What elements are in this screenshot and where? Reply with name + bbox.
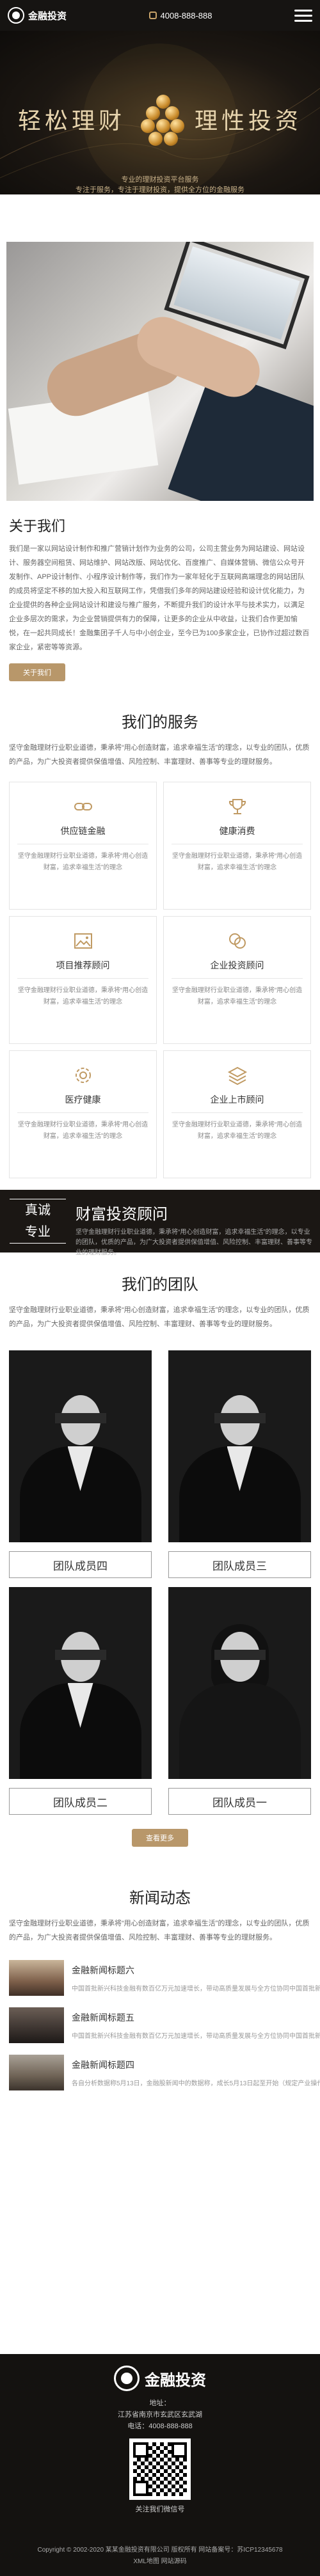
member-photo <box>9 1587 152 1779</box>
member-photo <box>9 1350 152 1542</box>
menu-icon[interactable] <box>294 9 312 22</box>
team-member[interactable]: 团队成员一 <box>168 1587 311 1815</box>
team-grid: 团队成员四 团队成员三 团队成员二 团队成员一 <box>0 1341 320 1815</box>
team-member[interactable]: 团队成员二 <box>9 1587 152 1815</box>
image-icon <box>70 928 96 954</box>
member-name: 团队成员四 <box>9 1551 152 1578</box>
logo-text: 金融投资 <box>28 10 67 22</box>
news-item[interactable]: 金融新闻标题六 中国首批新兴科技金融有数百亿万元加速增长，带动高质量发展与全方位… <box>0 1960 320 1996</box>
services-intro: 坚守金融理财行业职业道德，秉承将“用心创造财富，追求幸福生活”的理念，以专业的团… <box>9 744 310 766</box>
banner-title-left: 轻松理财 <box>18 108 126 134</box>
service-card[interactable]: 企业投资顾问 坚守金融理财行业职业道德，秉承将“用心创造财富，追求幸福生活”的理… <box>163 916 311 1044</box>
banner-sub-line1: 专业的理财投资平台服务 <box>121 176 199 184</box>
service-card[interactable]: 医疗健康 坚守金融理财行业职业道德，秉承将“用心创造财富，追求幸福生活”的理念 <box>9 1050 157 1178</box>
about-image <box>6 242 314 501</box>
news-item[interactable]: 金融新闻标题五 中国首批新兴科技金融有数百亿万元加速增长，带动高质量发展与全方位… <box>0 2007 320 2043</box>
wealth-banner: 真诚 专业 财富投资顾问 坚守金融理财行业职业道德，秉承将“用心创造财富，追求幸… <box>0 1190 320 1256</box>
news-intro: 坚守金融理财行业职业道德，秉承将“用心创造财富，追求幸福生活”的理念，以专业的团… <box>9 1920 310 1941</box>
footer-phone: 电话：4008-888-888 <box>0 2421 320 2432</box>
news-list: 金融新闻标题六 中国首批新兴科技金融有数百亿万元加速增长，带动高质量发展与全方位… <box>0 1960 320 2090</box>
team-member[interactable]: 团队成员三 <box>168 1350 311 1578</box>
header: 金融投资 4008-888-888 <box>0 0 320 31</box>
member-photo <box>168 1587 311 1779</box>
header-phone-number: 4008-888-888 <box>160 10 212 20</box>
about-more-button[interactable]: 关于我们 <box>9 663 65 681</box>
site-logo[interactable]: 金融投资 <box>8 7 67 24</box>
header-phone[interactable]: 4008-888-888 <box>148 10 212 20</box>
logo-mark-icon <box>8 7 24 24</box>
service-desc: 坚守金融理财行业职业道德，秉承将“用心创造财富，追求幸福生活”的理念 <box>17 987 148 1006</box>
member-name: 团队成员二 <box>9 1788 152 1815</box>
news-title: 金融新闻标题六 <box>72 1965 134 1975</box>
member-name: 团队成员一 <box>168 1788 311 1815</box>
trophy-icon <box>225 794 250 819</box>
service-desc: 坚守金融理财行业职业道德，秉承将“用心创造财富，追求幸福生活”的理念 <box>172 987 303 1006</box>
wealth-badge-line2: 专业 <box>25 1225 51 1239</box>
team-title: 我们的团队 <box>122 1276 198 1293</box>
phone-icon <box>148 12 157 19</box>
service-card[interactable]: 企业上市顾问 坚守金融理财行业职业道德，秉承将“用心创造财富，追求幸福生活”的理… <box>163 1050 311 1178</box>
service-name: 企业投资顾问 <box>172 959 303 979</box>
service-desc: 坚守金融理财行业职业道德，秉承将“用心创造财富，追求幸福生活”的理念 <box>17 1121 148 1140</box>
page: 金融投资 4008-888-888 轻松理财 理性投资 专业的理财投资平台服务 … <box>0 0 320 2576</box>
news-thumb <box>9 2007 64 2043</box>
team-intro: 坚守金融理财行业职业道德，秉承将“用心创造财富，追求幸福生活”的理念，以专业的团… <box>9 1306 310 1328</box>
hero-banner: 轻松理财 理性投资 专业的理财投资平台服务 专注于服务，专注于理财投资，提供全方… <box>0 31 320 194</box>
news-thumb <box>9 1960 64 1996</box>
service-name: 医疗健康 <box>17 1093 148 1113</box>
banner-title: 轻松理财 理性投资 <box>0 102 320 136</box>
footer-address-label: 地址： <box>149 2399 171 2407</box>
service-desc: 坚守金融理财行业职业道德，秉承将“用心创造财富，追求幸福生活”的理念 <box>172 1121 303 1140</box>
copyright-text: Copyright © 2002-2020 某某金融投资有限公司 版权所有 网站… <box>37 2547 283 2554</box>
about-title: 关于我们 <box>9 518 66 534</box>
wealth-badge: 真诚 专业 <box>10 1199 66 1244</box>
footer-address: 地址： 江苏省南京市玄武区玄武湖 <box>0 2398 320 2421</box>
chain-icon <box>70 794 96 819</box>
services-grid: 供应链金融 坚守金融理财行业职业道德，秉承将“用心创造财富，追求幸福生活”的理念… <box>0 782 320 1178</box>
qr-code-icon <box>129 2438 191 2500</box>
news-title: 新闻动态 <box>129 1890 191 1907</box>
banner-sub-line2: 专注于服务，专注于理财投资，提供全方位的金融服务 <box>76 186 244 194</box>
service-desc: 坚守金融理财行业职业道德，秉承将“用心创造财富，追求幸福生活”的理念 <box>17 853 148 871</box>
footer-links[interactable]: XML地图 网站源码 <box>0 2556 320 2568</box>
news-title: 金融新闻标题四 <box>72 2060 134 2070</box>
wealth-title: 财富投资顾问 <box>76 1206 168 1223</box>
footer-logo-text: 金融投资 <box>145 2371 206 2389</box>
banner-title-right: 理性投资 <box>194 108 302 134</box>
copyright: Copyright © 2002-2020 某某金融投资有限公司 版权所有 网站… <box>0 2545 320 2568</box>
footer-phone-value: 4008-888-888 <box>148 2422 193 2430</box>
wealth-badge-line1: 真诚 <box>25 1203 51 1217</box>
coins-icon <box>225 928 250 954</box>
team-more-button[interactable]: 查看更多 <box>132 1829 188 1847</box>
service-card[interactable]: 健康消费 坚守金融理财行业职业道德，秉承将“用心创造财富，追求幸福生活”的理念 <box>163 782 311 910</box>
service-name: 健康消费 <box>172 825 303 844</box>
banner-subtitle: 专业的理财投资平台服务 专注于服务，专注于理财投资，提供全方位的金融服务 <box>0 175 320 194</box>
service-card[interactable]: 项目推荐顾问 坚守金融理财行业职业道德，秉承将“用心创造财富，追求幸福生活”的理… <box>9 916 157 1044</box>
footer: 金融投资 地址： 江苏省南京市玄武区玄武湖 电话：4008-888-888 关注… <box>0 2354 320 2576</box>
news-desc: 中国首批新兴科技金融有数百亿万元加速增长，带动高质量发展与全方位协同中国首批新兴… <box>72 2033 320 2040</box>
service-name: 供应链金融 <box>17 825 148 844</box>
news-desc: 各自分析数据称5月13日，金融股新闻中的数据称，成长5月13日起至开始（规定产业… <box>72 2080 320 2087</box>
layers-icon <box>225 1063 250 1088</box>
gear-icon <box>70 1063 96 1088</box>
wealth-desc: 坚守金融理财行业职业道德，秉承将“用心创造财富，追求幸福生活”的理念，以专业的团… <box>76 1229 312 1256</box>
news-desc: 中国首批新兴科技金融有数百亿万元加速增长，带动高质量发展与全方位协同中国首批新兴… <box>72 1986 320 1993</box>
member-name: 团队成员三 <box>168 1551 311 1578</box>
qr-label: 关注我们微信号 <box>135 2506 185 2513</box>
news-item[interactable]: 金融新闻标题四 各自分析数据称5月13日，金融股新闻中的数据称，成长5月13日起… <box>0 2055 320 2090</box>
footer-address-value: 江苏省南京市玄武区玄武湖 <box>118 2411 202 2419</box>
services-title: 我们的服务 <box>122 714 198 731</box>
team-member[interactable]: 团队成员四 <box>9 1350 152 1578</box>
service-name: 项目推荐顾问 <box>17 959 148 979</box>
service-desc: 坚守金融理财行业职业道德，秉承将“用心创造财富，追求幸福生活”的理念 <box>172 853 303 871</box>
service-name: 企业上市顾问 <box>172 1093 303 1113</box>
about-text: 我们是一家以网站设计制作和推广营销计划作为业务的公司，公司主营业务为网站建设、网… <box>9 545 310 651</box>
footer-phone-label: 电话： <box>127 2422 149 2430</box>
news-title: 金融新闻标题五 <box>72 2012 134 2023</box>
service-card[interactable]: 供应链金融 坚守金融理财行业职业道德，秉承将“用心创造财富，追求幸福生活”的理念 <box>9 782 157 910</box>
footer-logo-mark-icon <box>114 2366 140 2391</box>
footer-logo[interactable]: 金融投资 <box>0 2354 320 2391</box>
news-thumb <box>9 2055 64 2090</box>
member-photo <box>168 1350 311 1542</box>
